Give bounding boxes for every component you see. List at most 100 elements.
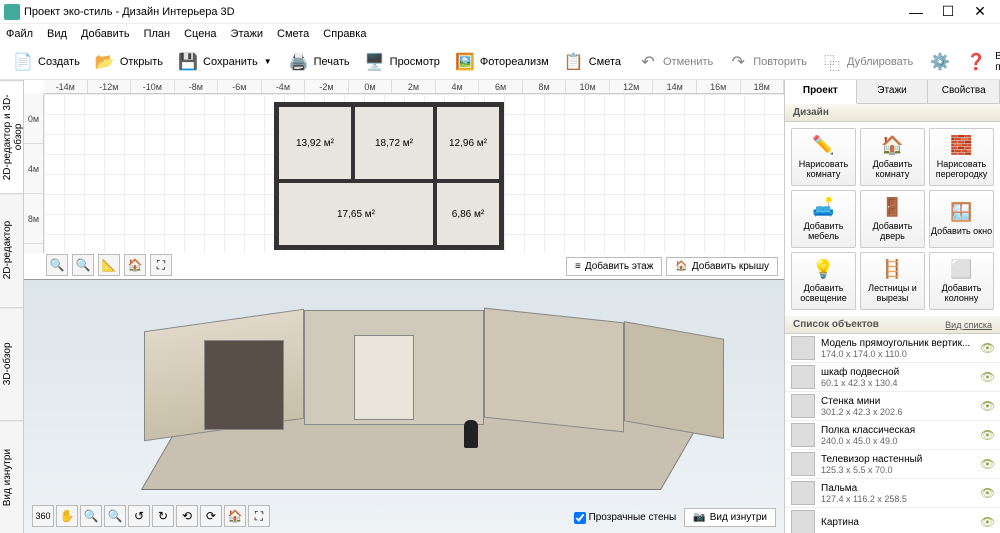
3d-model[interactable] (104, 290, 684, 490)
create-button[interactable]: 📄Создать (6, 48, 86, 76)
view-inside-button[interactable]: 📷Вид изнутри (684, 508, 776, 527)
close-button[interactable]: ✕ (964, 2, 996, 22)
maximize-button[interactable]: ☐ (932, 2, 964, 22)
object-dims: 174.0 x 174.0 x 110.0 (821, 349, 974, 359)
visibility-icon[interactable]: 👁 (980, 457, 994, 471)
tool-button-6[interactable]: 💡Добавить освещение (791, 252, 856, 310)
print-button[interactable]: 🖨️Печать (282, 48, 356, 76)
3d-view[interactable]: 360 ✋ 🔍 🔍 ↺ ↻ ⟲ ⟳ 🏠 ⛶ Прозрачные стены 📷… (24, 280, 784, 533)
tool-button-7[interactable]: 🪜Лестницы и вырезы (860, 252, 925, 310)
home-button[interactable]: 🏠 (124, 254, 146, 276)
refresh-button[interactable]: ⟳ (200, 505, 222, 527)
panel-tab-2[interactable]: Свойства (928, 80, 1000, 103)
tool-button-5[interactable]: 🪟Добавить окно (929, 190, 994, 248)
tool-label: Добавить колонну (930, 284, 993, 304)
visibility-icon[interactable]: 👁 (980, 486, 994, 500)
estimate-label: Смета (589, 56, 621, 68)
zoom-in-button[interactable]: 🔍 (72, 254, 94, 276)
visibility-icon[interactable]: 👁 (980, 399, 994, 413)
visibility-icon[interactable]: 👁 (980, 341, 994, 355)
vtab-3[interactable]: Вид изнутри (0, 420, 23, 533)
orbit-button[interactable]: ⟲ (176, 505, 198, 527)
zoom-out-3d-button[interactable]: 🔍 (80, 505, 102, 527)
menu-Справка[interactable]: Справка (323, 28, 366, 40)
measure-button[interactable]: 📐 (98, 254, 120, 276)
tool-button-1[interactable]: 🏠Добавить комнату (860, 128, 925, 186)
add-roof-button[interactable]: 🏠Добавить крышу (666, 257, 778, 276)
preview-button[interactable]: 🖥️Просмотр (358, 48, 446, 76)
open-label: Открыть (120, 56, 163, 68)
titlebar: Проект эко-стиль - Дизайн Интерьера 3D —… (0, 0, 1000, 24)
tool-button-2[interactable]: 🧱Нарисовать перегородку (929, 128, 994, 186)
room[interactable]: 6,86 м² (435, 181, 501, 247)
undo-button[interactable]: ↶Отменить (631, 48, 719, 76)
pan-button[interactable]: ✋ (56, 505, 78, 527)
room[interactable]: 13,92 м² (277, 105, 353, 181)
object-item[interactable]: Модель прямоугольник вертик...174.0 x 17… (785, 334, 1000, 363)
ruler-vertical: 0м4м8м (24, 94, 44, 253)
vtab-2[interactable]: 3D-обзор (0, 307, 23, 420)
floorplan[interactable]: 13,92 м²18,72 м²12,96 м²17,65 м²6,86 м² (274, 102, 504, 250)
tool-icon: 🛋️ (812, 196, 836, 220)
redo-button[interactable]: ↷Повторить (721, 48, 813, 76)
tool-button-3[interactable]: 🛋️Добавить мебель (791, 190, 856, 248)
object-item[interactable]: Полка классическая240.0 x 45.0 x 49.0👁 (785, 421, 1000, 450)
preview-icon: 🖥️ (364, 51, 386, 73)
menu-Смета[interactable]: Смета (277, 28, 309, 40)
floorplan-canvas[interactable]: 13,92 м²18,72 м²12,96 м²17,65 м²6,86 м² (44, 94, 784, 253)
menu-План[interactable]: План (144, 28, 171, 40)
open-button[interactable]: 📂Открыть (88, 48, 169, 76)
add-floor-label: Добавить этаж (585, 261, 654, 272)
room[interactable]: 18,72 м² (353, 105, 435, 181)
add-roof-label: Добавить крышу (692, 261, 769, 272)
object-item[interactable]: шкаф подвесной60.1 x 42.3 x 130.4👁 (785, 363, 1000, 392)
thumb-icon (791, 423, 815, 447)
tool-label: Добавить дверь (861, 222, 924, 242)
visibility-icon[interactable]: 👁 (980, 370, 994, 384)
visibility-icon[interactable]: 👁 (980, 428, 994, 442)
visibility-icon[interactable]: 👁 (980, 515, 994, 529)
menu-Сцена[interactable]: Сцена (184, 28, 216, 40)
settings-button[interactable]: ⚙️ (923, 48, 957, 76)
panel-tab-0[interactable]: Проект (785, 80, 857, 104)
room[interactable]: 17,65 м² (277, 181, 435, 247)
object-item[interactable]: Стенка мини301.2 x 42.3 x 202.6👁 (785, 392, 1000, 421)
home-3d-button[interactable]: 🏠 (224, 505, 246, 527)
room[interactable]: 12,96 м² (435, 105, 501, 181)
tool-label: Нарисовать перегородку (930, 160, 993, 180)
photo-button[interactable]: 🖼️Фотореализм (448, 48, 555, 76)
rotate-right-button[interactable]: ↻ (152, 505, 174, 527)
vtab-0[interactable]: 2D-редактор и 3D-обзор (0, 80, 23, 193)
duplicate-button[interactable]: ⿻Дублировать (815, 48, 919, 76)
panel-tab-1[interactable]: Этажи (857, 80, 929, 103)
fit-button[interactable]: ⛶ (150, 254, 172, 276)
add-floor-button[interactable]: ≡Добавить этаж (566, 257, 662, 276)
transparent-walls-check[interactable]: Прозрачные стены (574, 512, 677, 524)
360-button[interactable]: 360 (32, 505, 54, 527)
tool-button-0[interactable]: ✏️Нарисовать комнату (791, 128, 856, 186)
vtab-1[interactable]: 2D-редактор (0, 193, 23, 306)
estimate-button[interactable]: 📋Смета (557, 48, 627, 76)
save-button[interactable]: 💾Сохранить▼ (171, 48, 278, 76)
object-item[interactable]: Пальма127.4 x 116.2 x 258.5👁 (785, 479, 1000, 508)
object-list[interactable]: Модель прямоугольник вертик...174.0 x 17… (785, 334, 1000, 533)
rotate-left-button[interactable]: ↺ (128, 505, 150, 527)
zoom-in-3d-button[interactable]: 🔍 (104, 505, 126, 527)
help-button[interactable]: ❓ (959, 48, 993, 76)
minimize-button[interactable]: — (900, 2, 932, 22)
object-item[interactable]: Телевизор настенный125.3 x 5.5 x 70.0👁 (785, 450, 1000, 479)
object-item[interactable]: Картина👁 (785, 508, 1000, 533)
2d-view[interactable]: -14м-12м-10м-8м-6м-4м-2м0м2м4м6м8м10м12м… (24, 80, 784, 280)
menu-Файл[interactable]: Файл (6, 28, 33, 40)
menu-Добавить[interactable]: Добавить (81, 28, 130, 40)
tool-button-8[interactable]: ⬜Добавить колонну (929, 252, 994, 310)
fit-3d-button[interactable]: ⛶ (248, 505, 270, 527)
menu-Этажи[interactable]: Этажи (231, 28, 263, 40)
tool-button-4[interactable]: 🚪Добавить дверь (860, 190, 925, 248)
person-figure (464, 420, 478, 448)
zoom-out-button[interactable]: 🔍 (46, 254, 68, 276)
menu-Вид[interactable]: Вид (47, 28, 67, 40)
objects-view-link[interactable]: Вид списка (945, 320, 992, 330)
thumb-icon (791, 481, 815, 505)
thumb-icon (791, 452, 815, 476)
